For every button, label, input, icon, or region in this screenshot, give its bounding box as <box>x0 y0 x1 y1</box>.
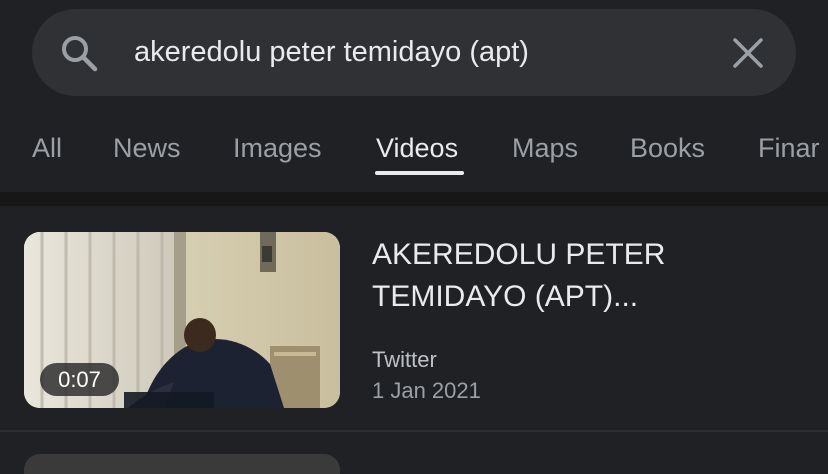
video-source: Twitter <box>372 347 437 372</box>
tab-all[interactable]: All <box>32 130 62 166</box>
section-divider <box>0 192 828 206</box>
tab-maps[interactable]: Maps <box>512 130 578 166</box>
close-icon[interactable] <box>729 34 767 72</box>
next-video-thumbnail[interactable] <box>24 454 340 474</box>
tab-bar: All News Images Videos Maps Books Finar <box>0 120 828 180</box>
tab-finance[interactable]: Finar <box>758 130 820 166</box>
header: akeredolu peter temidayo (apt) All News … <box>0 0 828 192</box>
active-tab-indicator <box>375 171 464 175</box>
search-input[interactable]: akeredolu peter temidayo (apt) <box>134 32 529 72</box>
video-title[interactable]: AKEREDOLU PETER TEMIDAYO (APT)... <box>372 234 792 318</box>
tab-news[interactable]: News <box>113 130 181 166</box>
next-video-result[interactable] <box>0 432 828 474</box>
video-date: 1 Jan 2021 <box>372 378 481 403</box>
search-icon[interactable] <box>58 32 100 74</box>
video-duration-badge: 0:07 <box>40 363 119 396</box>
tab-books[interactable]: Books <box>630 130 705 166</box>
video-result[interactable]: 0:07 AKEREDOLU PETER TEMIDAYO (APT)... T… <box>0 206 828 430</box>
tab-videos[interactable]: Videos <box>376 130 458 166</box>
tab-images[interactable]: Images <box>233 130 322 166</box>
